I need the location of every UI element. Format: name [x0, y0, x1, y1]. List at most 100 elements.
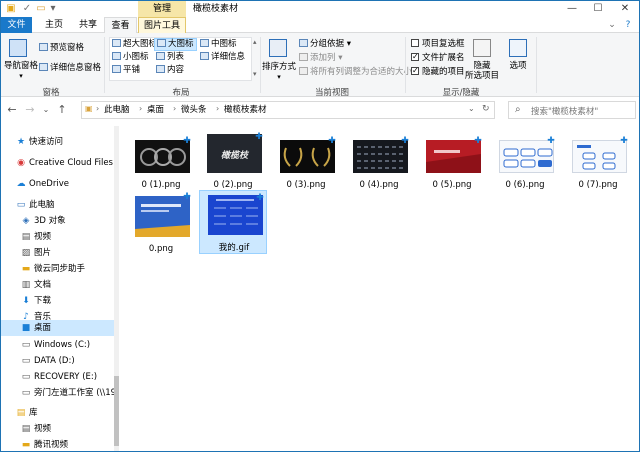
drive-icon: ▭ — [21, 340, 31, 350]
tab-file[interactable]: 文件 — [1, 17, 32, 33]
details-pane-label: 详细信息窗格 — [50, 63, 102, 73]
nav-item-network-drive[interactable]: ▭ 旁门左道工作室 (\\19 — [1, 383, 119, 403]
preview-pane-button[interactable]: 预览窗格 — [39, 43, 84, 54]
close-button[interactable]: ✕ — [612, 1, 638, 17]
nav-item-label: 快速访问 — [29, 137, 64, 147]
hidden-items-toggle[interactable]: 隐藏的项目 — [411, 65, 465, 78]
layout-small-icons[interactable]: 小图标 — [112, 52, 149, 63]
blue-gold-slide-thumbnail — [135, 196, 190, 237]
breadcrumb-desktop[interactable]: 桌面 — [147, 104, 164, 116]
options-icon — [509, 39, 527, 57]
layout-list[interactable]: 列表 — [156, 52, 184, 63]
hidden-items-checkbox[interactable] — [411, 65, 419, 76]
nav-pane-dropdown-icon[interactable]: ▾ — [4, 71, 38, 82]
layout-medium-icons[interactable]: 中图标 — [200, 39, 237, 50]
add-column-button[interactable]: 添加列 ▾ — [299, 53, 342, 64]
nav-item-quick-access[interactable]: ★ 快速访问 — [1, 132, 119, 152]
file-explorer-window: ▣ ✓ ▭ ▾ 管理 橄榄枝素材 — ☐ ✕ 文件 主页 共享 查看 图片工具 … — [0, 0, 640, 452]
address-dropdown-icon[interactable]: ⌄ — [468, 104, 475, 113]
layout-medium-label: 中图标 — [211, 39, 237, 49]
refresh-icon[interactable]: ↻ — [482, 104, 490, 114]
forward-button[interactable]: → — [23, 102, 37, 118]
chevron-right-icon[interactable]: › — [96, 104, 99, 113]
layout-tiles[interactable]: 平铺 — [112, 65, 140, 76]
quick-access-dropdown-icon[interactable]: ▾ — [47, 3, 59, 15]
layout-details[interactable]: 详细信息 — [200, 52, 245, 63]
details-pane-button[interactable]: 详细信息窗格 — [39, 63, 101, 74]
file-item[interactable]: ✚ 0 (4).png — [345, 130, 413, 194]
chevron-right-icon[interactable]: › — [173, 104, 176, 113]
layout-extra-large-icons[interactable]: 超大图标 — [112, 39, 157, 50]
nav-item-desktop[interactable]: ■ 桌面 — [1, 320, 119, 336]
folder-icon: ▣ — [85, 104, 93, 113]
breadcrumb-weitoutiao[interactable]: 微头条 — [181, 104, 207, 116]
search-box[interactable]: ⌕ 搜索"橄榄枝素材" — [508, 101, 636, 119]
tab-picture-tools[interactable]: 图片工具 — [138, 17, 186, 34]
current-view-group-label: 当前视图 — [314, 88, 349, 98]
address-bar[interactable]: ▣ › 此电脑 › 桌面 › 微头条 › 橄榄枝素材 ⌄ ↻ — [81, 101, 495, 119]
file-item[interactable]: ✚ 0 (7).png — [564, 130, 632, 194]
layout-extra-large-label: 超大图标 — [123, 39, 158, 49]
layout-details-label: 详细信息 — [211, 52, 246, 62]
file-name: 0 (3).png — [286, 180, 326, 190]
file-item[interactable]: ✚ 0 (5).png — [418, 130, 486, 194]
sync-status-icon: ✚ — [256, 193, 264, 203]
back-button[interactable]: ← — [5, 102, 19, 118]
layout-large-icons[interactable]: 大图标 — [154, 38, 197, 51]
breadcrumb-this-pc[interactable]: 此电脑 — [104, 104, 130, 116]
nav-item-creative-cloud[interactable]: ◉ Creative Cloud Files — [1, 153, 119, 173]
file-item-selected[interactable]: ✚ 我的.gif — [199, 190, 267, 254]
chevron-right-icon[interactable]: › — [139, 104, 142, 113]
nav-item-label: 桌面 — [34, 323, 52, 333]
breadcrumb-current-folder[interactable]: 橄榄枝素材 — [224, 104, 267, 116]
nav-item-tencent-video[interactable]: ▬ 腾讯视频 — [1, 435, 119, 451]
layout-tiles-label: 平铺 — [123, 65, 141, 75]
properties-icon[interactable]: ✓ — [21, 3, 33, 15]
maximize-button[interactable]: ☐ — [585, 1, 611, 17]
item-checkboxes-checkbox[interactable] — [411, 39, 419, 47]
network-drive-icon: ▭ — [21, 388, 31, 398]
item-checkboxes-toggle[interactable]: 项目复选框 — [411, 39, 465, 50]
sort-by-dropdown-icon[interactable]: ▾ — [261, 72, 297, 83]
up-button[interactable]: ↑ — [55, 102, 69, 118]
nav-pane-scrollbar[interactable] — [114, 126, 119, 451]
file-item[interactable]: ✚ 0 (3).png — [272, 130, 340, 194]
tab-share[interactable]: 共享 — [73, 17, 103, 33]
file-name: 0 (7).png — [578, 180, 618, 190]
recent-locations-dropdown[interactable]: ⌄ — [39, 102, 53, 118]
file-item[interactable]: ✚ 0 (1).png — [127, 130, 195, 194]
scrollbar-thumb[interactable] — [114, 376, 119, 446]
collapse-ribbon-icon[interactable]: ⌄ — [607, 20, 617, 30]
options-button[interactable]: 选项 — [503, 61, 533, 72]
new-folder-icon[interactable]: ▭ — [35, 3, 47, 15]
layout-expand-icon[interactable]: ▾ — [253, 69, 257, 80]
nav-item-label: 旁门左道工作室 (\\19 — [34, 388, 117, 398]
search-icon: ⌕ — [515, 104, 521, 115]
cloud-icon: ☁ — [16, 179, 26, 189]
layout-scroll-up-icon[interactable]: ▴ — [253, 37, 257, 48]
file-name: 0 (2).png — [213, 180, 253, 190]
group-by-button[interactable]: 分组依据 ▾ — [299, 39, 351, 50]
add-column-label: 添加列 — [310, 53, 336, 63]
file-extensions-toggle[interactable]: 文件扩展名 — [411, 51, 465, 64]
file-name: 0 (5).png — [432, 180, 472, 190]
help-icon[interactable]: ? — [623, 20, 633, 30]
layout-content[interactable]: 内容 — [156, 65, 184, 76]
drive-icon: ▭ — [21, 356, 31, 366]
fit-columns-button[interactable]: 将所有列调整为合适的大小 — [299, 67, 412, 78]
tab-view[interactable]: 查看 — [104, 17, 137, 34]
folder-icon: ▬ — [21, 264, 31, 274]
chevron-right-icon[interactable]: › — [216, 104, 219, 113]
file-extensions-checkbox[interactable] — [411, 51, 419, 62]
nav-item-onedrive[interactable]: ☁ OneDrive — [1, 174, 119, 194]
fit-columns-label: 将所有列调整为合适的大小 — [310, 67, 413, 77]
layout-gallery: 超大图标 大图标 中图标 小图标 列表 详细信息 平铺 内容 — [109, 37, 252, 81]
nav-item-label: OneDrive — [29, 179, 69, 189]
title-bar: ▣ ✓ ▭ ▾ 管理 橄榄枝素材 — ☐ ✕ — [1, 1, 639, 17]
minimize-button[interactable]: — — [559, 1, 585, 17]
file-item[interactable]: 橄榄枝 ✚ 0 (2).png — [199, 130, 267, 194]
tab-home[interactable]: 主页 — [39, 17, 69, 33]
manage-context-tab[interactable]: 管理 — [138, 1, 186, 17]
file-item[interactable]: ✚ 0.png — [127, 192, 195, 258]
file-item[interactable]: ✚ 0 (6).png — [491, 130, 559, 194]
